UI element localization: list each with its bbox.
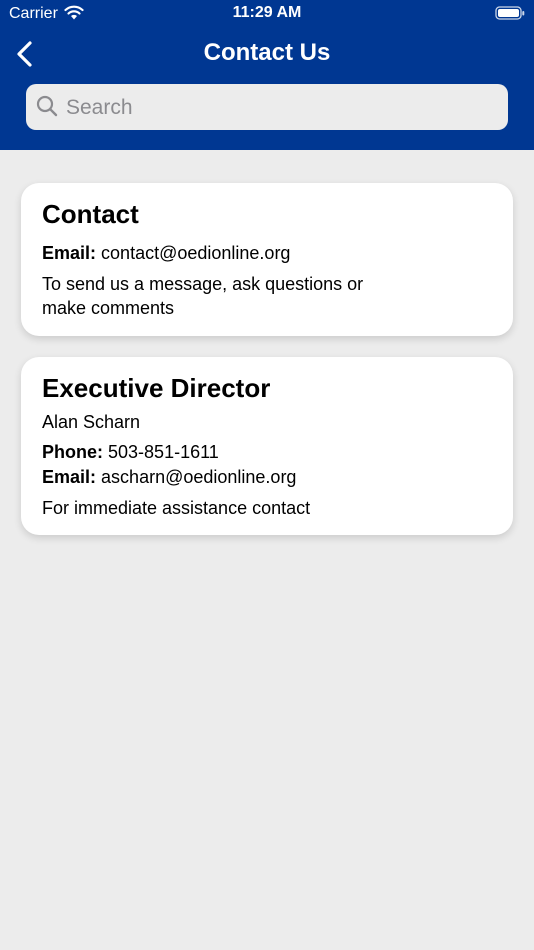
clock: 11:29 AM bbox=[232, 4, 302, 21]
email-label: Email: bbox=[42, 243, 97, 263]
card-title: Contact bbox=[42, 199, 139, 229]
status-bar: Carrier 11:29 AM bbox=[0, 0, 534, 28]
nav-bar: Contact Us bbox=[0, 30, 534, 78]
search-icon bbox=[36, 95, 58, 122]
phone-link[interactable]: 503-851-1611 bbox=[108, 442, 219, 462]
email-link[interactable]: contact@oedionline.org bbox=[101, 243, 290, 263]
battery-icon bbox=[495, 5, 525, 26]
phone-row: Phone: 503-851-1611 bbox=[42, 442, 219, 463]
email-link[interactable]: ascharn@oedionline.org bbox=[101, 467, 296, 487]
header: Carrier 11:29 AM Contact Us bbox=[0, 0, 534, 150]
page-title: Contact Us bbox=[203, 39, 331, 66]
email-label: Email: bbox=[42, 467, 97, 487]
search-bar[interactable] bbox=[26, 84, 508, 132]
card-description: For immediate assistance contact bbox=[42, 498, 311, 518]
email-row: Email: ascharn@oedionline.org bbox=[42, 467, 296, 488]
card-title: Executive Director bbox=[42, 373, 271, 403]
contact-name: Alan Scharn bbox=[42, 412, 141, 432]
card-description: To send us a message, ask questions or m… bbox=[42, 274, 364, 318]
email-row: Email: contact@oedionline.org bbox=[42, 243, 290, 264]
phone-label: Phone: bbox=[42, 442, 103, 462]
search-input[interactable] bbox=[64, 84, 498, 132]
contact-card[interactable]: Contact Email: contact@oedionline.org To… bbox=[21, 183, 513, 336]
executive-director-card[interactable]: Executive Director Alan Scharn Phone: 50… bbox=[21, 357, 513, 535]
